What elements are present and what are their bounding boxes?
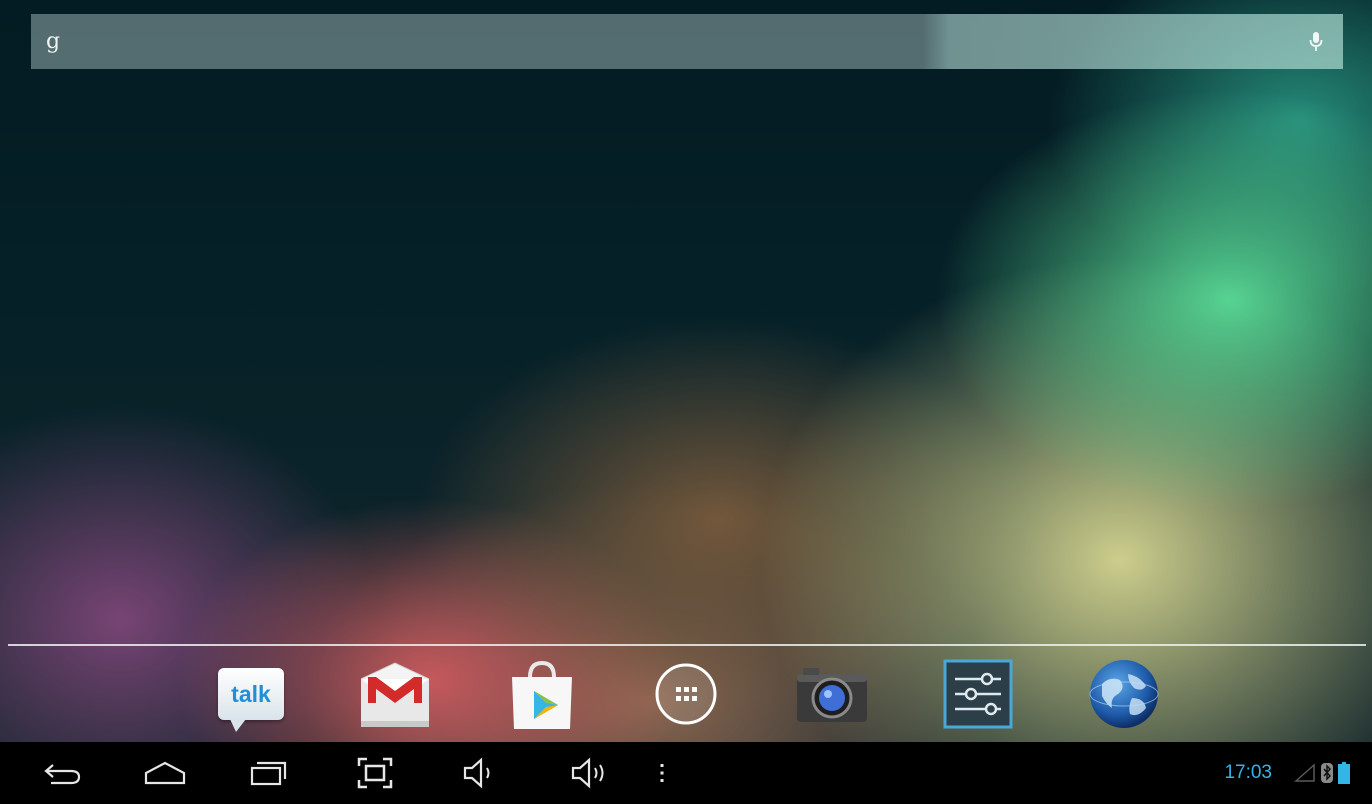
back-button[interactable] xyxy=(30,748,96,798)
talk-icon: talk xyxy=(218,668,284,732)
screenshot-icon xyxy=(357,757,393,789)
settings-app-icon[interactable] xyxy=(940,654,1016,734)
home-button[interactable] xyxy=(132,748,198,798)
gmail-app-icon[interactable] xyxy=(357,654,433,734)
recent-apps-icon xyxy=(250,761,287,786)
favorites-dock: talk xyxy=(0,648,1372,742)
browser-app-icon[interactable] xyxy=(1086,654,1162,734)
battery-icon xyxy=(1338,762,1350,784)
dock-divider xyxy=(8,644,1366,646)
bluetooth-icon xyxy=(1321,763,1333,783)
camera-icon xyxy=(797,668,867,722)
talk-app-icon[interactable]: talk xyxy=(213,654,289,734)
app-drawer-icon xyxy=(655,663,717,725)
camera-app-icon[interactable] xyxy=(794,654,870,734)
google-g-icon[interactable]: g xyxy=(41,29,65,54)
back-icon xyxy=(44,764,81,785)
volume-up-icon xyxy=(571,757,604,789)
system-status-icons[interactable] xyxy=(1294,759,1350,787)
mic-icon[interactable] xyxy=(1307,30,1325,54)
settings-icon xyxy=(943,659,1013,729)
play-store-app-icon[interactable] xyxy=(504,654,580,734)
globe-icon xyxy=(1089,660,1159,728)
signal-icon xyxy=(1294,763,1315,782)
screenshot-button[interactable] xyxy=(342,748,408,798)
recent-apps-button[interactable] xyxy=(236,748,302,798)
google-search-bar[interactable]: g xyxy=(31,14,1343,69)
status-clock[interactable]: 17:03 xyxy=(1224,742,1272,804)
navigation-bar: 17:03 xyxy=(0,742,1372,804)
talk-label: talk xyxy=(231,680,271,707)
volume-down-icon xyxy=(463,757,490,789)
play-store-icon xyxy=(512,660,572,729)
wallpaper xyxy=(0,0,1372,742)
gmail-icon xyxy=(360,662,430,727)
overflow-menu-icon xyxy=(660,764,664,782)
volume-up-button[interactable] xyxy=(556,748,622,798)
menu-button[interactable] xyxy=(640,748,684,798)
all-apps-button[interactable] xyxy=(648,654,724,734)
volume-down-button[interactable] xyxy=(446,748,512,798)
home-icon xyxy=(144,761,186,785)
